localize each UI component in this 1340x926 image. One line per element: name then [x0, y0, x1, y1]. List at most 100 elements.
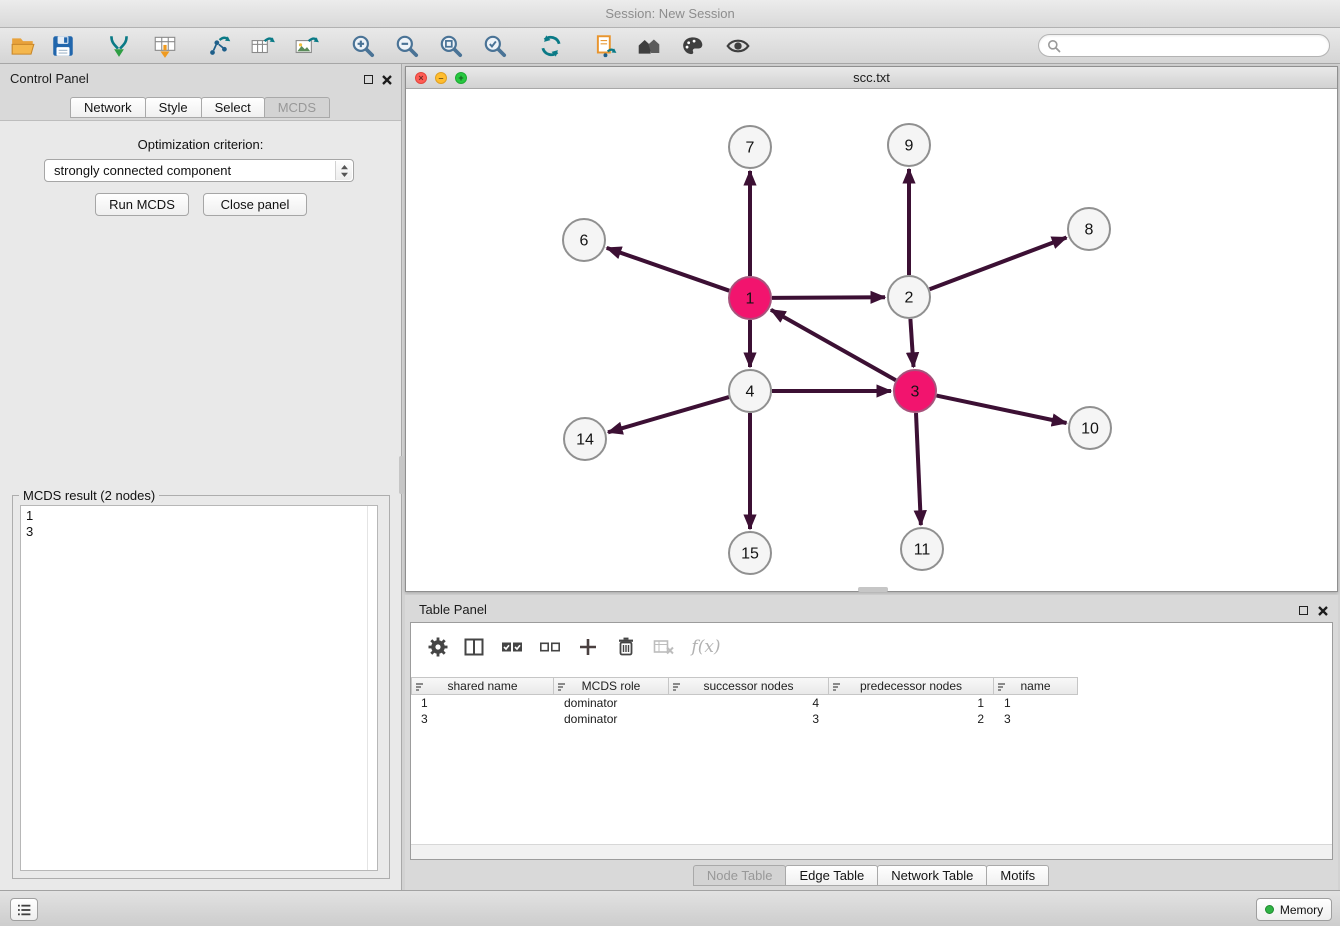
edge-3-to-10[interactable] [937, 396, 1067, 423]
window-zoom-button[interactable]: + [455, 72, 467, 84]
window-minimize-button[interactable]: – [435, 72, 447, 84]
home-button[interactable] [632, 30, 666, 62]
splitter-grip-horizontal[interactable] [858, 587, 888, 592]
table-tab-node-table[interactable]: Node Table [693, 865, 787, 886]
node-15[interactable] [729, 532, 771, 574]
control-tab-mcds[interactable]: MCDS [264, 97, 330, 118]
network-window-title: scc.txt [853, 70, 890, 85]
node-8[interactable] [1068, 208, 1110, 250]
create-column-button[interactable] [575, 634, 601, 660]
zoom-out-button[interactable] [390, 30, 424, 62]
edge-2-to-8[interactable] [930, 238, 1067, 290]
node-10[interactable] [1069, 407, 1111, 449]
node-14[interactable] [564, 418, 606, 460]
edge-1-to-6[interactable] [607, 248, 730, 291]
sort-icon [558, 682, 568, 692]
task-history-button[interactable] [10, 898, 38, 921]
mcds-result-list[interactable]: 13 [20, 505, 378, 871]
save-session-button[interactable] [46, 30, 80, 62]
table-cell: 3 [411, 711, 554, 727]
control-panel-float-button[interactable] [362, 73, 375, 86]
float-icon [364, 75, 373, 84]
close-icon [1317, 605, 1329, 617]
node-2[interactable] [888, 276, 930, 318]
node-6[interactable] [563, 219, 605, 261]
table-panel-close-button[interactable] [1316, 604, 1329, 617]
export-image-button[interactable] [290, 30, 324, 62]
column-header-name[interactable]: name [994, 677, 1078, 695]
optimization-criterion-select[interactable]: strongly connected component [44, 159, 354, 182]
edge-3-to-11[interactable] [916, 413, 921, 525]
show-columns-button[interactable] [461, 634, 487, 660]
delete-table-button[interactable] [651, 634, 677, 660]
network-window-titlebar[interactable]: × – + scc.txt [406, 67, 1337, 89]
sort-icon [673, 682, 683, 692]
network-view[interactable]: 7968124314101511 [406, 89, 1337, 591]
edge-4-to-14[interactable] [608, 397, 729, 432]
column-header-successor-nodes[interactable]: successor nodes [669, 677, 829, 695]
zoom-fit-button[interactable] [434, 30, 468, 62]
trash-icon [614, 635, 638, 659]
table-settings-button[interactable] [425, 634, 451, 660]
table-tab-motifs[interactable]: Motifs [986, 865, 1049, 886]
table-panel-float-button[interactable] [1297, 604, 1310, 617]
table-tab-edge-table[interactable]: Edge Table [785, 865, 878, 886]
run-mcds-label: Run MCDS [109, 197, 175, 212]
close-panel-button[interactable]: Close panel [203, 193, 307, 216]
close-panel-label: Close panel [221, 197, 290, 212]
float-icon [1299, 606, 1308, 615]
select-all-icon [500, 635, 524, 659]
network-canvas[interactable]: 7968124314101511 [406, 89, 1337, 591]
show-hide-button[interactable] [721, 30, 755, 62]
window-close-button[interactable]: × [415, 72, 427, 84]
node-4[interactable] [729, 370, 771, 412]
open-session-button[interactable] [6, 30, 40, 62]
refresh-button[interactable] [534, 30, 568, 62]
column-header-shared-name[interactable]: shared name [411, 677, 554, 695]
edge-2-to-3[interactable] [910, 319, 913, 367]
home-icon [636, 33, 662, 59]
mcds-result-line: 1 [26, 508, 372, 524]
column-header-MCDS-role[interactable]: MCDS role [554, 677, 669, 695]
deselect-all-columns-button[interactable] [537, 634, 563, 660]
table-row[interactable]: 1dominator411 [411, 695, 1332, 711]
select-all-columns-button[interactable] [499, 634, 525, 660]
run-mcds-button[interactable]: Run MCDS [95, 193, 189, 216]
node-7[interactable] [729, 126, 771, 168]
splitter-grip-vertical[interactable] [399, 456, 404, 494]
gear-icon [426, 635, 450, 659]
list-icon [15, 901, 33, 919]
search-input[interactable] [1066, 38, 1321, 53]
node-1[interactable] [729, 277, 771, 319]
clone-network-button[interactable] [589, 30, 623, 62]
table-tab-network-table[interactable]: Network Table [877, 865, 987, 886]
zoom-in-button[interactable] [346, 30, 380, 62]
control-tab-style[interactable]: Style [145, 97, 202, 118]
memory-button[interactable]: Memory [1256, 898, 1332, 921]
export-table-button[interactable] [246, 30, 280, 62]
add-column-icon [576, 635, 600, 659]
delete-column-button[interactable] [613, 634, 639, 660]
node-11[interactable] [901, 528, 943, 570]
node-3[interactable] [894, 370, 936, 412]
main-toolbar [0, 28, 1340, 64]
dropdown-stepper[interactable] [335, 161, 352, 180]
import-network-button[interactable] [102, 30, 136, 62]
edge-1-to-2[interactable] [772, 297, 885, 298]
control-tab-network[interactable]: Network [70, 97, 146, 118]
column-header-predecessor-nodes[interactable]: predecessor nodes [829, 677, 994, 695]
control-tab-select[interactable]: Select [201, 97, 265, 118]
table-horizontal-scrollbar[interactable] [411, 844, 1332, 859]
search-box[interactable] [1038, 34, 1330, 57]
mcds-result-line: 3 [26, 524, 372, 540]
export-network-button[interactable] [202, 30, 236, 62]
table-row[interactable]: 3dominator323 [411, 711, 1332, 727]
node-9[interactable] [888, 124, 930, 166]
mcds-result-groupbox: MCDS result (2 nodes) 13 [12, 495, 390, 879]
edge-3-to-1[interactable] [771, 310, 896, 380]
style-palette-button[interactable] [676, 30, 710, 62]
control-panel-close-button[interactable] [380, 73, 393, 86]
import-table-button[interactable] [148, 30, 182, 62]
zoom-selected-button[interactable] [478, 30, 512, 62]
function-builder-button[interactable]: f(x) [687, 634, 725, 660]
